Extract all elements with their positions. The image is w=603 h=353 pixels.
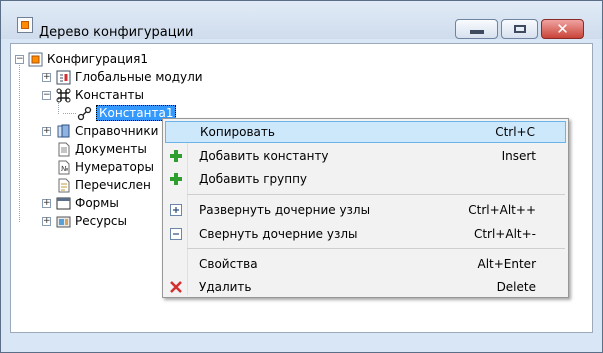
tree-root[interactable]: − Конфигурация1 (15, 50, 148, 68)
menu-item-label: Свернуть дочерние узлы (199, 227, 358, 241)
enumeration-icon (56, 178, 71, 193)
tree-root-label: Конфигурация1 (47, 52, 148, 66)
expand-icon (168, 202, 184, 218)
tree-item-resources[interactable]: + Ресурсы (42, 212, 128, 230)
tree-item-numerators[interactable]: № Нумераторы (56, 158, 154, 176)
menu-item-label: Добавить группу (199, 172, 308, 186)
menu-item-label: Удалить (199, 280, 252, 294)
menu-item-label: Развернуть дочерние узлы (199, 203, 371, 217)
maximize-button[interactable] (501, 19, 538, 39)
app-icon (17, 17, 33, 33)
menu-item-delete[interactable]: Удалить Delete (165, 276, 566, 298)
collapse-toggle-icon[interactable]: − (15, 55, 24, 64)
constants-icon (56, 88, 71, 103)
svg-text:№: № (61, 165, 68, 173)
minimize-icon (469, 30, 484, 34)
tree-item-label: Ресурсы (75, 214, 128, 228)
menu-separator (187, 248, 565, 249)
collapse-toggle-icon[interactable]: − (42, 91, 51, 100)
menu-item-shortcut: Ctrl+Alt+- (473, 227, 536, 241)
plus-icon (168, 171, 184, 187)
tree-item-label: Справочники (75, 124, 159, 138)
tree-connector (19, 62, 20, 222)
menu-item-shortcut: Ctrl+C (495, 125, 535, 139)
menu-item-shortcut: Insert (501, 149, 536, 163)
tree-item-label: Формы (75, 196, 119, 210)
tree-item-label: Нумераторы (75, 160, 154, 174)
constant-icon (77, 106, 92, 121)
menu-item-label: Копировать (200, 125, 275, 139)
menu-item-expand-children[interactable]: Развернуть дочерние узлы Ctrl+Alt++ (165, 199, 566, 221)
tree-item-documents[interactable]: Документы (56, 140, 147, 158)
tree-item-reference-books[interactable]: + Справочники (42, 122, 159, 140)
minimize-button[interactable] (455, 19, 498, 39)
menu-item-properties[interactable]: Свойства Alt+Enter (165, 253, 566, 275)
menu-item-shortcut: Alt+Enter (477, 257, 536, 271)
menu-item-label: Добавить константу (199, 149, 329, 163)
menu-item-label: Свойства (199, 257, 258, 271)
menu-item-add-group[interactable]: Добавить группу (165, 168, 566, 190)
form-icon (56, 196, 71, 211)
plus-icon (168, 148, 184, 164)
configuration-icon (28, 52, 43, 67)
close-button[interactable]: ✕ (541, 19, 584, 39)
document-icon (56, 142, 71, 157)
expand-toggle-icon[interactable]: + (42, 217, 51, 226)
tree-item-label: Перечислен (75, 178, 151, 192)
tree-item-forms[interactable]: + Формы (42, 194, 119, 212)
menu-separator (187, 194, 565, 195)
tree-item-global-modules[interactable]: + Глобальные модули (42, 68, 203, 86)
maximize-icon (513, 25, 526, 33)
menu-item-copy[interactable]: Копировать Ctrl+C (165, 121, 566, 143)
tree-item-enumerations[interactable]: Перечислен (56, 176, 151, 194)
tree-item-label: Константы (75, 88, 144, 102)
expand-toggle-icon[interactable]: + (42, 199, 51, 208)
window-title: Дерево конфигурации (39, 25, 194, 40)
menu-item-collapse-children[interactable]: Свернуть дочерние узлы Ctrl+Alt+- (165, 223, 566, 245)
resources-icon (56, 214, 71, 229)
expand-toggle-icon[interactable]: + (42, 127, 51, 136)
title-bar[interactable]: Дерево конфигурации ✕ (1, 1, 602, 40)
tree-item-label: Документы (75, 142, 147, 156)
tree-item-constants[interactable]: − Константы (42, 86, 144, 104)
numerator-icon: № (56, 160, 71, 175)
menu-item-shortcut: Delete (496, 280, 536, 294)
context-menu: Копировать Ctrl+C Добавить константу Ins… (162, 118, 569, 298)
menu-item-add-constant[interactable]: Добавить константу Insert (165, 145, 566, 167)
expand-toggle-icon[interactable]: + (42, 73, 51, 82)
tree-connector (63, 113, 76, 114)
collapse-icon (168, 226, 184, 242)
module-icon (56, 70, 71, 85)
delete-icon (168, 279, 184, 295)
close-icon: ✕ (556, 20, 569, 38)
menu-item-shortcut: Ctrl+Alt++ (468, 203, 536, 217)
reference-book-icon (56, 124, 71, 139)
tree-item-label: Глобальные модули (75, 70, 203, 84)
